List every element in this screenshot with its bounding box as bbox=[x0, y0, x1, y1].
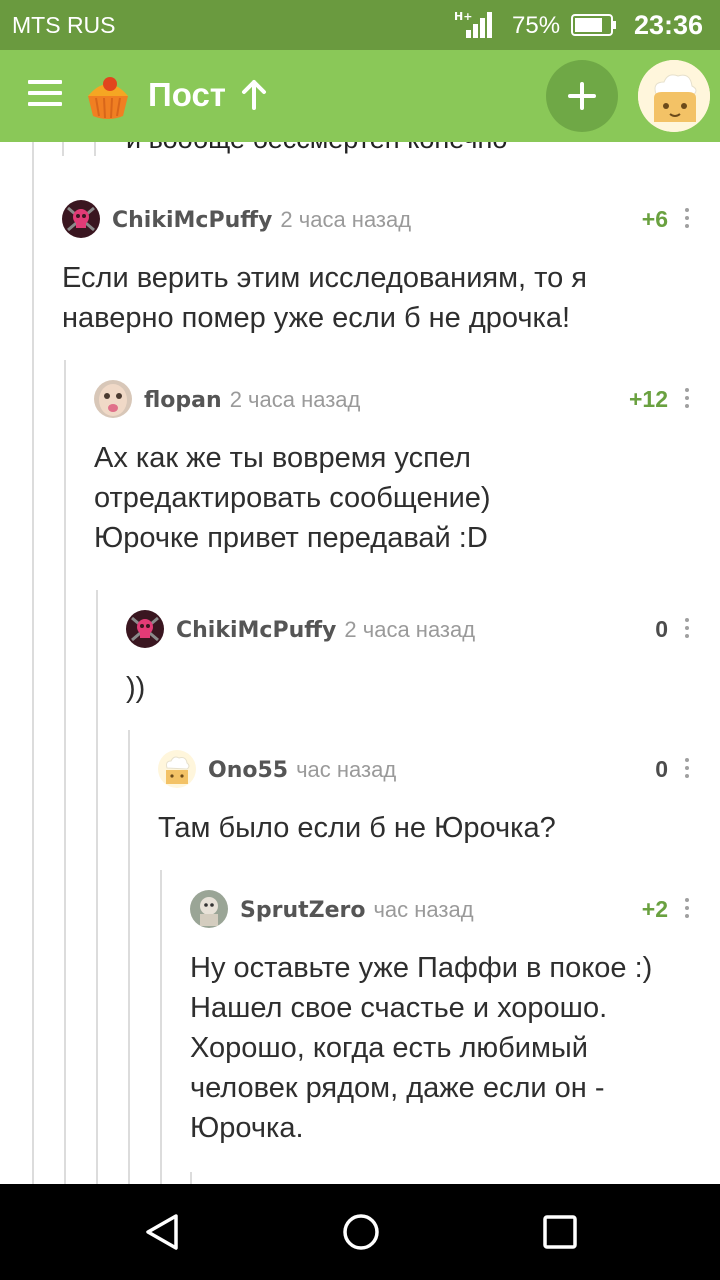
avatar[interactable] bbox=[190, 890, 228, 928]
comment-body: Ну оставьте уже Паффи в покое :) Нашел с… bbox=[190, 948, 720, 1148]
comment-text-line: Там было если б не Юрочка? bbox=[158, 812, 556, 844]
comment-text-line: Ах как же ты вовремя успел bbox=[94, 442, 471, 474]
photo-avatar-icon bbox=[190, 890, 228, 928]
home-icon[interactable] bbox=[341, 1212, 381, 1252]
comment-time: 2 часа назад bbox=[229, 387, 361, 412]
comment-header: SprutZero час назад +2 bbox=[190, 890, 720, 930]
avatar[interactable] bbox=[158, 750, 196, 788]
thread-line bbox=[64, 360, 66, 1184]
skull-avatar-icon bbox=[126, 610, 164, 648]
comment-rating: 0 bbox=[655, 616, 668, 642]
arrow-up-icon[interactable] bbox=[240, 78, 268, 112]
battery-percent: 75% bbox=[512, 12, 561, 39]
skull-avatar-icon bbox=[62, 200, 100, 238]
comment-time: 2 часа назад bbox=[344, 617, 476, 642]
profile-avatar[interactable] bbox=[638, 60, 710, 132]
comment: Ono55 час назад 0 Там было если б не Юроч… bbox=[158, 750, 720, 848]
comment-body: Если верить этим исследованиям, то я нав… bbox=[62, 258, 720, 338]
comment-header: ChikiMcPuffy 2 часа назад +6 bbox=[62, 200, 720, 240]
more-options-icon[interactable] bbox=[684, 388, 690, 410]
comment-text-line: наверно помер уже если б не дрочка! bbox=[62, 302, 571, 334]
comment-text-line: Если верить этим исследованиям, то я bbox=[62, 262, 588, 294]
comment-username[interactable]: SprutZero час назад bbox=[240, 897, 474, 923]
comment-text-line: )) bbox=[126, 672, 146, 704]
comment-header: ChikiMcPuffy 2 часа назад 0 bbox=[126, 610, 720, 650]
system-navigation-bar bbox=[0, 1184, 720, 1280]
thread-line bbox=[94, 142, 96, 156]
thread-line bbox=[32, 142, 34, 1184]
username-text[interactable]: Ono55 bbox=[208, 758, 288, 783]
username-text[interactable]: ChikiMcPuffy bbox=[176, 618, 336, 643]
network-type-text: H+ bbox=[454, 10, 472, 23]
chef-toast-icon bbox=[638, 60, 710, 132]
comment-text-line: Нашел свое счастье и хорошо. bbox=[190, 992, 608, 1024]
more-options-icon[interactable] bbox=[684, 208, 690, 230]
chef-toast-icon bbox=[158, 750, 196, 788]
comment-time: час назад bbox=[296, 757, 397, 782]
comment-text-line: Юрочка. bbox=[190, 1112, 304, 1144]
plus-icon bbox=[568, 82, 596, 110]
comment-text-line: Хорошо, когда есть любимый bbox=[190, 1032, 588, 1064]
avatar[interactable] bbox=[62, 200, 100, 238]
comment-header: Ono55 час назад 0 bbox=[158, 750, 720, 790]
more-options-icon[interactable] bbox=[684, 618, 690, 640]
comment-rating: 0 bbox=[655, 756, 668, 782]
comment-body: Там было если б не Юрочка? bbox=[158, 808, 720, 848]
clock: 23:36 bbox=[634, 10, 704, 40]
app-bar: Пост bbox=[0, 50, 720, 142]
status-bar: MTS RUS H+ 75% 23:36 bbox=[0, 0, 720, 50]
comment: SprutZero час назад +2 Ну оставьте уже Па… bbox=[190, 890, 720, 1148]
comment-text-line: человек рядом, даже если он - bbox=[190, 1072, 605, 1104]
avatar[interactable] bbox=[126, 610, 164, 648]
signal-icon: H+ bbox=[454, 10, 492, 38]
comments-thread[interactable]: и вообще бессмертен конечно ChikiMcPuffy… bbox=[0, 142, 720, 1184]
username-text[interactable]: SprutZero bbox=[240, 898, 365, 923]
thread-line bbox=[160, 870, 162, 1184]
cupcake-logo-icon[interactable] bbox=[80, 68, 136, 124]
comment-body: )) bbox=[126, 668, 720, 708]
comment-time: 2 часа назад bbox=[280, 207, 412, 232]
recents-icon[interactable] bbox=[540, 1212, 580, 1252]
more-options-icon[interactable] bbox=[684, 898, 690, 920]
thread-line bbox=[128, 730, 130, 1184]
carrier-name: MTS RUS bbox=[12, 12, 116, 38]
face-avatar-icon bbox=[94, 380, 132, 418]
thread-line bbox=[62, 142, 64, 156]
username-text[interactable]: flopan bbox=[144, 388, 222, 413]
comment-time: час назад bbox=[373, 897, 474, 922]
comment-text-line: Ну оставьте уже Паффи в покое :) bbox=[190, 952, 653, 984]
battery-icon bbox=[571, 14, 616, 36]
menu-icon[interactable] bbox=[28, 80, 62, 110]
comment-text-line: Юрочке привет передавай :D bbox=[94, 522, 488, 554]
comment-username[interactable]: flopan 2 часа назад bbox=[144, 387, 360, 413]
comment-body: Ах как же ты вовремя успел отредактирова… bbox=[94, 438, 720, 558]
thread-line bbox=[190, 1172, 192, 1184]
back-icon[interactable] bbox=[142, 1212, 182, 1252]
comment: flopan 2 часа назад +12 Ах как же ты вовр… bbox=[94, 380, 720, 558]
comment-text-line: отредактировать сообщение) bbox=[94, 482, 491, 514]
comment-username[interactable]: ChikiMcPuffy 2 часа назад bbox=[176, 617, 475, 643]
comment-header: flopan 2 часа назад +12 bbox=[94, 380, 720, 420]
more-options-icon[interactable] bbox=[684, 758, 690, 780]
previous-comment-text: и вообще бессмертен конечно bbox=[126, 142, 507, 155]
comment-username[interactable]: ChikiMcPuffy 2 часа назад bbox=[112, 207, 411, 233]
avatar[interactable] bbox=[94, 380, 132, 418]
comment: ChikiMcPuffy 2 часа назад +6 Если верить … bbox=[62, 200, 720, 338]
add-post-button[interactable] bbox=[546, 60, 618, 132]
username-text[interactable]: ChikiMcPuffy bbox=[112, 208, 272, 233]
page-title: Пост bbox=[148, 76, 226, 113]
comment-rating: +12 bbox=[628, 386, 668, 412]
comment: ChikiMcPuffy 2 часа назад 0 )) bbox=[126, 610, 720, 708]
thread-line bbox=[96, 590, 98, 1184]
comment-rating: +2 bbox=[641, 896, 668, 922]
comment-rating: +6 bbox=[641, 206, 668, 232]
comment-username[interactable]: Ono55 час назад bbox=[208, 757, 396, 783]
